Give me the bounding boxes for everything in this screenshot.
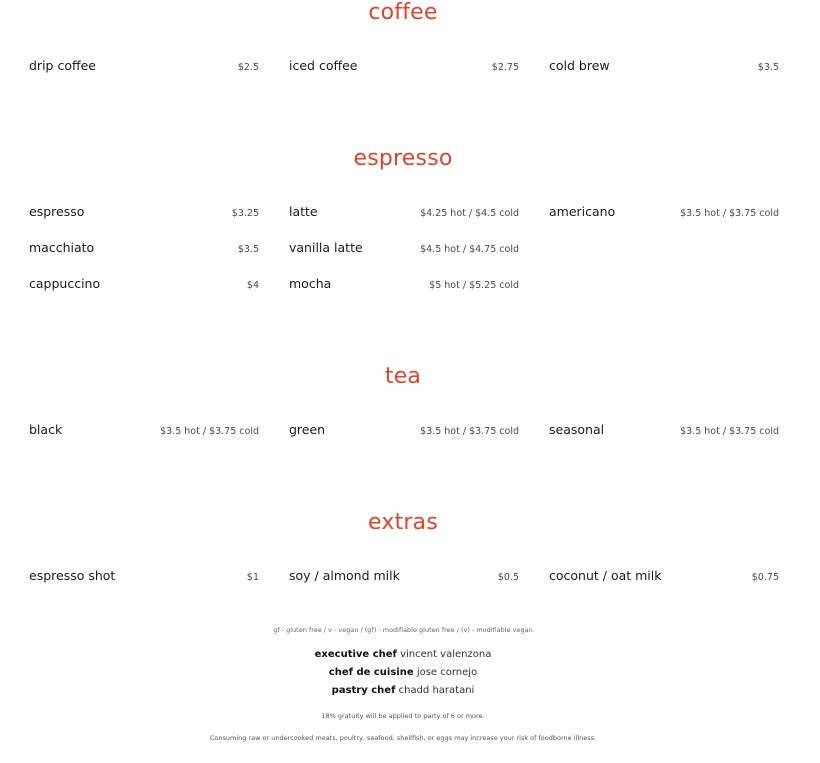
- health-warning: Consuming raw or undercooked meats, poul…: [209, 734, 597, 742]
- item-price: $3.5: [757, 62, 779, 73]
- menu-item: americano $3.5 hot / $3.75 cold: [549, 204, 779, 222]
- menu-item: mocha $5 hot / $5.25 cold: [289, 276, 519, 294]
- item-name: seasonal: [549, 422, 605, 437]
- section-title-coffee: coffee: [368, 0, 438, 25]
- item-name: cappuccino: [29, 276, 101, 291]
- item-name: green: [289, 422, 326, 437]
- item-price: $0.75: [751, 572, 779, 583]
- item-name: black: [29, 422, 63, 437]
- menu-item: cold brew $3.5: [549, 58, 779, 76]
- item-name: drip coffee: [29, 58, 96, 73]
- menu-item: iced coffee $2.75: [289, 58, 519, 76]
- credit-line: executive chef vincent valenzona: [0, 649, 806, 660]
- item-price: $3.5 hot / $3.75 cold: [160, 426, 259, 437]
- item-name: espresso: [29, 204, 85, 219]
- item-price: $4.5 hot / $4.75 cold: [420, 244, 519, 255]
- item-price: $1: [246, 572, 259, 583]
- item-price: $3.5 hot / $3.75 cold: [420, 426, 519, 437]
- item-price: $2.5: [237, 62, 259, 73]
- item-name: soy / almond milk: [289, 568, 400, 583]
- menu-item: vanilla latte $4.5 hot / $4.75 cold: [289, 240, 519, 258]
- menu-item: seasonal $3.5 hot / $3.75 cold: [549, 422, 779, 440]
- menu-item: soy / almond milk $0.5: [289, 568, 519, 586]
- menu-item: black $3.5 hot / $3.75 cold: [29, 422, 259, 440]
- credit-role: executive chef: [314, 649, 397, 660]
- credit-line: pastry chef chadd haratani: [0, 685, 806, 696]
- item-name: espresso shot: [29, 568, 116, 583]
- item-name: latte: [289, 204, 318, 219]
- menu-item: latte $4.25 hot / $4.5 cold: [289, 204, 519, 222]
- item-price: $4: [246, 280, 259, 291]
- credit-role: chef de cuisine: [328, 667, 414, 678]
- item-name: vanilla latte: [289, 240, 363, 255]
- item-name: macchiato: [29, 240, 95, 255]
- item-price: $3.5 hot / $3.75 cold: [680, 208, 779, 219]
- menu-item: macchiato $3.5: [29, 240, 259, 258]
- credit-name: jose cornejo: [416, 667, 478, 678]
- credit-line: chef de cuisine jose cornejo: [0, 667, 806, 678]
- credit-name: vincent valenzona: [400, 649, 492, 660]
- item-price: $0.5: [497, 572, 519, 583]
- item-price: $5 hot / $5.25 cold: [429, 280, 519, 291]
- gratuity-note: 18% gratuity will be applied to party of…: [321, 712, 485, 720]
- section-title-tea: tea: [384, 364, 422, 389]
- item-name: coconut / oat milk: [549, 568, 662, 583]
- item-name: iced coffee: [289, 58, 358, 73]
- menu-item: espresso $3.25: [29, 204, 259, 222]
- item-name: mocha: [289, 276, 332, 291]
- item-price: $3.25: [231, 208, 259, 219]
- dietary-legend: gf - gluten free / v - vegan / (gf) - mo…: [273, 626, 533, 634]
- item-price: $4.25 hot / $4.5 cold: [420, 208, 519, 219]
- credit-role: pastry chef: [331, 685, 396, 696]
- item-price: $2.75: [491, 62, 519, 73]
- menu-item: cappuccino $4: [29, 276, 259, 294]
- menu-item: coconut / oat milk $0.75: [549, 568, 779, 586]
- item-price: $3.5: [237, 244, 259, 255]
- menu-item: drip coffee $2.5: [29, 58, 259, 76]
- menu-item: espresso shot $1: [29, 568, 259, 586]
- item-price: $3.5 hot / $3.75 cold: [680, 426, 779, 437]
- item-name: cold brew: [549, 58, 610, 73]
- section-title-extras: extras: [368, 510, 438, 535]
- menu-item: green $3.5 hot / $3.75 cold: [289, 422, 519, 440]
- item-name: americano: [549, 204, 616, 219]
- section-title-espresso: espresso: [353, 146, 453, 171]
- credit-name: chadd haratani: [398, 685, 475, 696]
